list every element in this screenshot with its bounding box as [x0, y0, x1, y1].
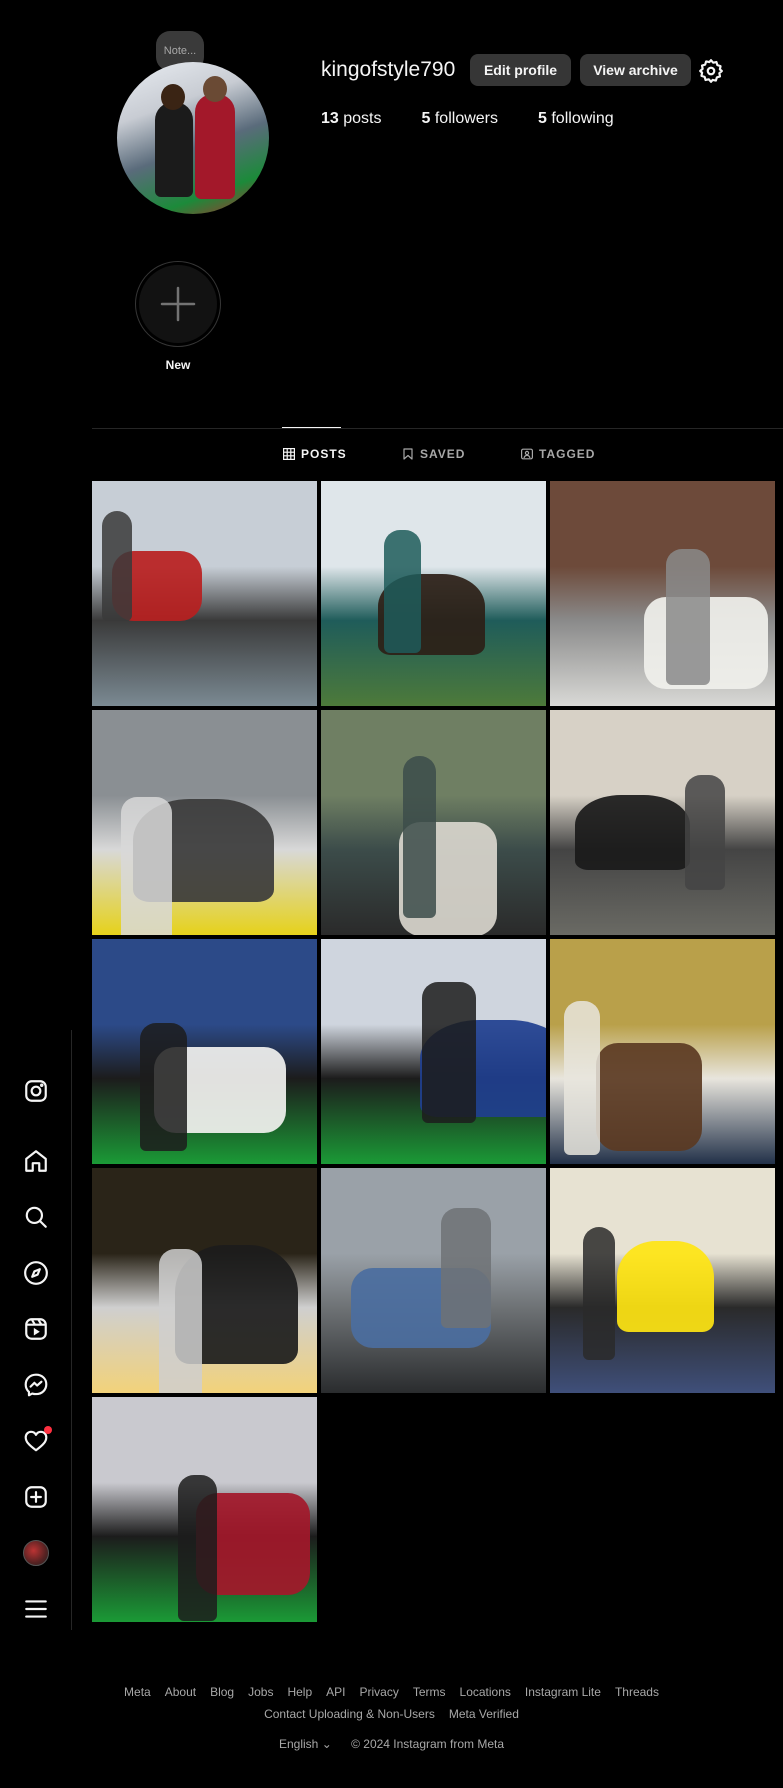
reels-icon[interactable] [22, 1315, 50, 1343]
copyright: © 2024 Instagram from Meta [351, 1737, 504, 1751]
language-select[interactable]: English ⌄ [279, 1737, 332, 1751]
settings-gear-icon[interactable] [698, 58, 724, 84]
post-tile[interactable] [92, 710, 317, 935]
bookmark-icon [403, 448, 413, 460]
profile-avatar-large[interactable] [117, 62, 269, 214]
post-tile[interactable] [550, 939, 775, 1164]
profile-avatar[interactable] [22, 1539, 50, 1567]
new-highlight-button[interactable] [135, 261, 221, 347]
post-tile[interactable] [92, 939, 317, 1164]
post-tile[interactable] [92, 481, 317, 706]
post-tile[interactable] [550, 481, 775, 706]
footer-link[interactable]: Locations [460, 1685, 511, 1699]
post-tile[interactable] [550, 710, 775, 935]
footer-link[interactable]: Terms [413, 1685, 446, 1699]
post-tile[interactable] [550, 1168, 775, 1393]
messenger-icon[interactable] [22, 1371, 50, 1399]
post-tile[interactable] [321, 710, 546, 935]
footer-bottom: English ⌄ © 2024 Instagram from Meta [0, 1737, 783, 1751]
tab-active-indicator [282, 427, 341, 428]
tab-tagged[interactable]: TAGGED [521, 447, 595, 461]
menu-icon[interactable] [22, 1595, 50, 1623]
footer-link[interactable]: Instagram Lite [525, 1685, 601, 1699]
search-icon[interactable] [22, 1203, 50, 1231]
edit-profile-button[interactable]: Edit profile [470, 54, 571, 86]
footer-link[interactable]: Threads [615, 1685, 659, 1699]
new-highlight-label: New [165, 358, 191, 372]
post-tile[interactable] [321, 939, 546, 1164]
following-link[interactable]: 5 following [538, 110, 614, 128]
tab-divider [92, 428, 783, 429]
footer-link[interactable]: About [165, 1685, 196, 1699]
notification-dot [44, 1426, 52, 1434]
footer-link[interactable]: Blog [210, 1685, 234, 1699]
footer-link[interactable]: Meta Verified [449, 1707, 519, 1721]
view-archive-button[interactable]: View archive [580, 54, 691, 86]
post-tile[interactable] [92, 1397, 317, 1622]
instagram-logo-icon[interactable] [22, 1077, 50, 1105]
post-tile[interactable] [321, 481, 546, 706]
tag-person-icon [521, 448, 533, 460]
footer-links: Meta About Blog Jobs Help API Privacy Terms Loca… [0, 1681, 783, 1725]
posts-count: 13 posts [321, 110, 382, 127]
footer-link[interactable]: Help [287, 1685, 312, 1699]
posts-grid [92, 481, 777, 1622]
create-icon[interactable] [22, 1483, 50, 1511]
footer-link[interactable]: Meta [124, 1685, 151, 1699]
profile-stats: 13 posts 5 followers 5 following [321, 110, 654, 128]
grid-icon [283, 448, 295, 460]
post-tile[interactable] [92, 1168, 317, 1393]
footer-link[interactable]: Contact Uploading & Non-Users [264, 1707, 435, 1721]
tab-posts[interactable]: POSTS [283, 447, 347, 461]
notifications-heart-icon[interactable] [22, 1426, 52, 1455]
footer-link[interactable]: Jobs [248, 1685, 273, 1699]
followers-link[interactable]: 5 followers [422, 110, 499, 128]
tab-saved[interactable]: SAVED [402, 447, 465, 461]
sidebar [0, 1030, 72, 1630]
footer-link[interactable]: API [326, 1685, 345, 1699]
explore-icon[interactable] [22, 1259, 50, 1287]
username: kingofstyle790 [321, 58, 456, 81]
home-icon[interactable] [22, 1147, 50, 1175]
chevron-down-icon: ⌄ [321, 1737, 332, 1751]
footer-link[interactable]: Privacy [360, 1685, 399, 1699]
post-tile[interactable] [321, 1168, 546, 1393]
plus-icon [160, 286, 196, 322]
